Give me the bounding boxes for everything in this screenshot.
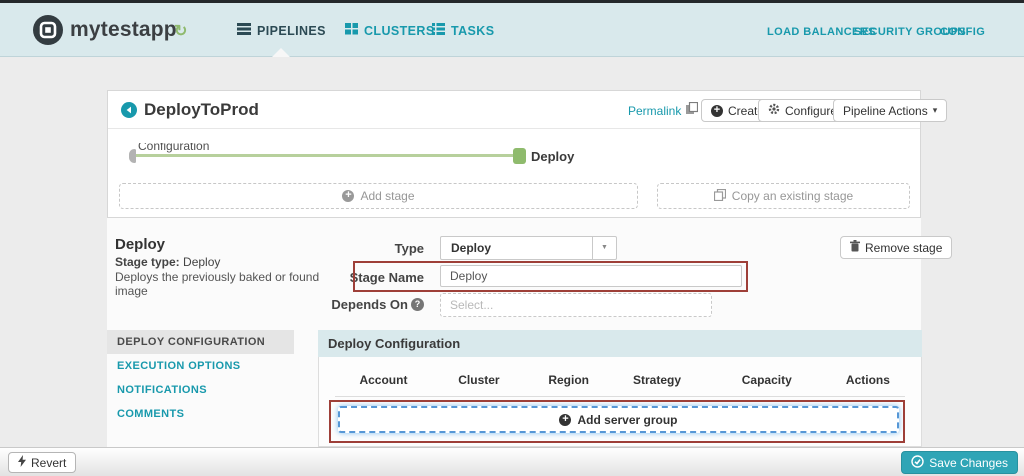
sidebar-item-notifications[interactable]: NOTIFICATIONS — [107, 378, 294, 402]
stage-type-select-value: Deploy — [451, 241, 492, 255]
configure-button-label: Configure — [785, 103, 838, 118]
pipeline-graph-edge — [132, 154, 515, 157]
refresh-icon[interactable]: ↻ — [174, 21, 187, 41]
copy-icon — [713, 188, 726, 204]
gear-icon — [768, 103, 780, 118]
nav-config[interactable]: CONFIG — [940, 26, 985, 38]
stage-name-input[interactable] — [440, 265, 742, 287]
stage-label-configuration[interactable]: Configuration — [138, 143, 209, 153]
stage-name-label: Stage Name — [349, 270, 424, 285]
add-stage-label: Add stage — [360, 189, 415, 203]
help-icon[interactable] — [411, 298, 424, 311]
stage-heading: Deploy — [115, 236, 166, 253]
pipelines-icon — [237, 23, 251, 38]
trash-icon — [850, 240, 860, 255]
remove-stage-button[interactable]: Remove stage — [840, 236, 953, 259]
stage-type-label: Stage type: — [115, 255, 180, 269]
footer-bar: Revert Save Changes — [0, 447, 1024, 476]
deploy-configuration-header: Deploy Configuration — [318, 330, 922, 357]
active-tab-caret — [272, 48, 290, 57]
plus-circle-icon — [342, 190, 355, 202]
sidebar-item-execution-options[interactable]: EXECUTION OPTIONS — [107, 354, 294, 378]
stage-help-text: Deploys the previously baked or found im… — [115, 270, 320, 298]
back-circle-icon[interactable] — [121, 102, 137, 118]
sidebar-item-deploy-configuration[interactable]: DEPLOY CONFIGURATION — [107, 330, 294, 354]
app-logo-icon — [33, 15, 63, 45]
caret-down-icon: ▾ — [932, 105, 938, 115]
column-header-region: Region — [548, 373, 590, 387]
save-changes-button[interactable]: Save Changes — [901, 451, 1018, 474]
column-header-account: Account — [359, 373, 408, 387]
nav-pipelines-label: PIPELINES — [257, 23, 326, 38]
deploy-stage-node[interactable] — [513, 148, 526, 164]
stage-type-select[interactable]: Deploy ▼ — [440, 236, 617, 260]
nav-clusters[interactable]: CLUSTERS — [345, 23, 435, 38]
pipeline-actions-button[interactable]: Pipeline Actions ▾ — [833, 99, 948, 122]
stage-description: Deploy Stage type: Deploy Deploys the pr… — [115, 236, 350, 298]
save-changes-label: Save Changes — [929, 455, 1008, 470]
depends-on-select[interactable]: Select... — [440, 293, 712, 317]
nav-pipelines[interactable]: PIPELINES — [237, 23, 326, 38]
permalink-link[interactable]: Permalink — [628, 104, 681, 118]
configuration-stage-node[interactable] — [129, 149, 136, 163]
column-header-cluster: Cluster — [458, 373, 500, 387]
navbar: mytestapp ↻ PIPELINES CLUSTERS TASKS LOA… — [0, 3, 1024, 57]
tasks-icon — [432, 23, 445, 38]
pipeline-actions-label: Pipeline Actions — [843, 103, 928, 118]
copy-existing-stage-button[interactable]: Copy an existing stage — [657, 183, 910, 209]
add-stage-button[interactable]: Add stage — [119, 183, 638, 209]
column-header-strategy: Strategy — [633, 373, 682, 387]
clipboard-icon[interactable] — [686, 101, 699, 120]
sidebar-item-comments[interactable]: COMMENTS — [107, 402, 294, 426]
pipeline-title: DeployToProd — [144, 100, 259, 119]
nav-tasks[interactable]: TASKS — [432, 23, 494, 38]
revert-button-label: Revert — [31, 455, 67, 470]
screen: mytestapp ↻ PIPELINES CLUSTERS TASKS LOA… — [0, 0, 1024, 476]
stage-type-value: Deploy — [179, 255, 221, 269]
column-header-capacity: Capacity — [741, 373, 792, 387]
deploy-configuration-panel: Account Cluster Region Strategy Capacity… — [318, 357, 922, 447]
select-caret-icon: ▼ — [592, 237, 616, 259]
nav-tasks-label: TASKS — [451, 23, 495, 38]
plus-circle-icon — [711, 104, 723, 117]
stage-label-deploy[interactable]: Deploy — [531, 149, 574, 164]
server-group-table-header: Account Cluster Region Strategy Capacity… — [335, 373, 905, 397]
type-label: Type — [394, 241, 424, 256]
check-circle-icon — [911, 454, 924, 471]
add-server-group-button[interactable]: Add server group — [338, 406, 899, 433]
app-name: mytestapp — [70, 18, 177, 41]
depends-on-label: Depends On — [330, 297, 424, 312]
bolt-icon — [18, 455, 26, 470]
nav-clusters-label: CLUSTERS — [364, 23, 435, 38]
pipeline-card: DeployToProd Permalink Create Configure … — [107, 90, 948, 218]
column-header-actions: Actions — [845, 373, 890, 387]
add-server-group-label: Add server group — [577, 412, 678, 427]
plus-circle-icon — [559, 413, 572, 426]
remove-stage-label: Remove stage — [865, 240, 943, 255]
copy-existing-stage-label: Copy an existing stage — [731, 189, 854, 203]
pipeline-card-header: DeployToProd Permalink Create Configure … — [108, 91, 948, 129]
clusters-icon — [345, 23, 358, 38]
revert-button[interactable]: Revert — [8, 452, 77, 473]
pipeline-graph: Configuration Deploy — [108, 143, 920, 176]
